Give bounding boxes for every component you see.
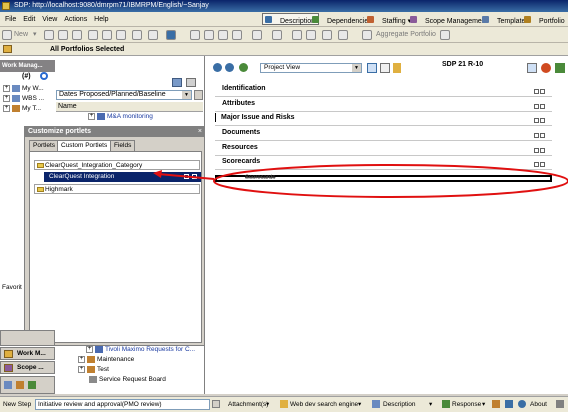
step-dropdown-icon[interactable]	[212, 400, 220, 408]
new-step-label[interactable]: New Step	[3, 397, 31, 412]
arrow-head-icon	[153, 170, 162, 178]
search-engine-icon	[280, 400, 288, 408]
highlight-ellipse	[213, 164, 568, 198]
response-button[interactable]: Response	[452, 397, 481, 412]
drag-arrow-line	[157, 173, 215, 180]
description-dropdown-icon[interactable]: ▾	[429, 397, 432, 412]
status-grip-icon[interactable]	[556, 400, 564, 408]
about-button[interactable]: About	[530, 397, 547, 412]
status-tool-icon-2[interactable]	[505, 400, 513, 408]
description-status-icon	[372, 400, 380, 408]
step-field[interactable]: Initiative review and approval(PMO revie…	[35, 399, 210, 410]
annotation-overlay	[153, 164, 568, 198]
about-icon	[518, 400, 526, 408]
description-button[interactable]: Description	[383, 397, 416, 412]
search-engine-dropdown-icon[interactable]: ▾	[358, 397, 361, 412]
response-dropdown-icon[interactable]: ▾	[482, 397, 485, 412]
search-engine-selector[interactable]: Web dev search engine	[290, 397, 358, 412]
response-icon	[442, 400, 450, 408]
attachments-button[interactable]: Attachment(s)	[228, 397, 268, 412]
attachments-dropdown-icon[interactable]: ▾	[266, 397, 269, 412]
status-tool-icon-1[interactable]	[492, 400, 500, 408]
status-bar: New Step Initiative review and approval(…	[0, 396, 568, 412]
